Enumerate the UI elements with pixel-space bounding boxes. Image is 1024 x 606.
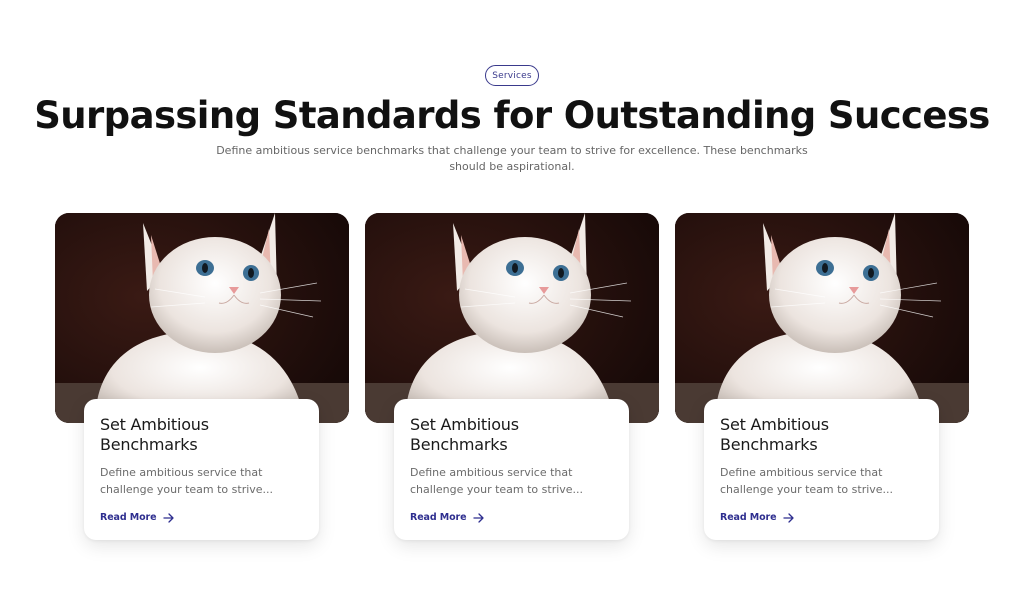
read-more-link[interactable]: Read More	[100, 512, 175, 523]
read-more-link[interactable]: Read More	[720, 512, 795, 523]
section-subtitle: Define ambitious service benchmarks that…	[216, 144, 808, 173]
arrow-right-icon	[782, 512, 795, 523]
read-more-label: Read More	[410, 512, 467, 523]
services-section: Services Surpassing Standards for Outsta…	[0, 0, 1024, 606]
card-description: Define ambitious service that challenge …	[720, 466, 894, 496]
read-more-link[interactable]: Read More	[410, 512, 485, 523]
service-card: Set Ambitious Benchmarks Define ambitiou…	[675, 213, 969, 553]
read-more-label: Read More	[720, 512, 777, 523]
kitten-photo	[55, 213, 349, 423]
kitten-photo	[675, 213, 969, 423]
service-card-info: Set Ambitious Benchmarks Define ambitiou…	[84, 399, 319, 540]
card-title: Set Ambitious Benchmarks	[410, 415, 519, 454]
section-badge: Services	[485, 65, 539, 86]
service-card-info: Set Ambitious Benchmarks Define ambitiou…	[394, 399, 629, 540]
arrow-right-icon	[472, 512, 485, 523]
arrow-right-icon	[162, 512, 175, 523]
card-title: Set Ambitious Benchmarks	[720, 415, 829, 454]
card-description: Define ambitious service that challenge …	[410, 466, 584, 496]
kitten-photo	[365, 213, 659, 423]
service-card: Set Ambitious Benchmarks Define ambitiou…	[55, 213, 349, 553]
service-card: Set Ambitious Benchmarks Define ambitiou…	[365, 213, 659, 553]
read-more-label: Read More	[100, 512, 157, 523]
card-description: Define ambitious service that challenge …	[100, 466, 274, 496]
section-title: Surpassing Standards for Outstanding Suc…	[34, 94, 990, 137]
card-title: Set Ambitious Benchmarks	[100, 415, 209, 454]
service-card-info: Set Ambitious Benchmarks Define ambitiou…	[704, 399, 939, 540]
